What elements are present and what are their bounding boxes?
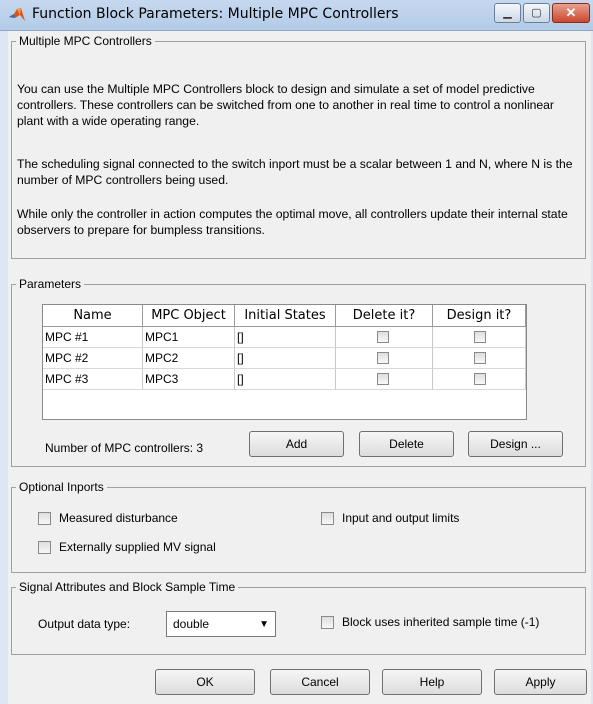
- measured-disturbance-option[interactable]: Measured disturbance: [38, 511, 178, 526]
- table-row: MPC #1 MPC1 []: [43, 327, 526, 348]
- io-limits-checkbox[interactable]: [321, 512, 334, 526]
- cell-delete: [336, 327, 433, 348]
- design-checkbox[interactable]: [474, 352, 486, 364]
- cell-name[interactable]: MPC #2: [43, 348, 143, 369]
- delete-button[interactable]: Delete: [359, 431, 454, 457]
- cell-delete: [336, 348, 433, 369]
- design-checkbox[interactable]: [474, 331, 486, 343]
- cell-mpc-object[interactable]: MPC3: [143, 369, 235, 390]
- cell-mpc-object[interactable]: MPC2: [143, 348, 235, 369]
- window-title: Function Block Parameters: Multiple MPC …: [32, 6, 399, 22]
- external-mv-option[interactable]: Externally supplied MV signal: [38, 540, 216, 555]
- delete-checkbox[interactable]: [377, 373, 389, 385]
- controllers-table[interactable]: Name MPC Object Initial States Delete it…: [42, 304, 527, 420]
- table-header: Name MPC Object Initial States Delete it…: [43, 305, 526, 327]
- measured-disturbance-checkbox[interactable]: [38, 512, 51, 526]
- signal-attributes-group-label: Signal Attributes and Block Sample Time: [19, 580, 236, 594]
- cell-initial-states[interactable]: []: [235, 348, 336, 369]
- cell-initial-states[interactable]: []: [235, 369, 336, 390]
- optional-inports-group-label: Optional Inports: [19, 480, 104, 494]
- cell-initial-states[interactable]: []: [235, 327, 336, 348]
- inherited-sample-time-checkbox[interactable]: [321, 616, 334, 630]
- cell-design: [433, 369, 526, 390]
- apply-button[interactable]: Apply: [494, 669, 587, 695]
- description-paragraph-3: While only the controller in action comp…: [17, 207, 568, 237]
- optional-inports-group: Optional Inports: [11, 480, 586, 573]
- delete-checkbox[interactable]: [377, 331, 389, 343]
- table-row: MPC #2 MPC2 []: [43, 348, 526, 369]
- column-header-delete: Delete it?: [336, 305, 433, 327]
- cell-delete: [336, 369, 433, 390]
- output-type-select[interactable]: double ▼: [166, 611, 276, 637]
- column-header-design: Design it?: [433, 305, 526, 327]
- parameters-group-label: Parameters: [19, 277, 82, 291]
- design-checkbox[interactable]: [474, 373, 486, 385]
- maximize-button[interactable]: ▢: [523, 3, 550, 23]
- description-paragraph-2: The scheduling signal connected to the s…: [17, 157, 573, 187]
- ok-button[interactable]: OK: [155, 669, 255, 695]
- external-mv-checkbox[interactable]: [38, 541, 51, 555]
- chevron-down-icon: ▼: [259, 619, 269, 630]
- description-paragraph-1: You can use the Multiple MPC Controllers…: [17, 82, 554, 128]
- cell-design: [433, 327, 526, 348]
- inherited-sample-time-label: Block uses inherited sample time (-1): [342, 615, 540, 629]
- design-button[interactable]: Design ...: [468, 431, 563, 457]
- controller-count-label: Number of MPC controllers: 3: [45, 441, 204, 455]
- delete-checkbox[interactable]: [377, 352, 389, 364]
- column-header-initial-states: Initial States: [235, 305, 336, 327]
- description-group-label: Multiple MPC Controllers: [19, 34, 152, 48]
- column-header-name: Name: [43, 305, 143, 327]
- column-header-mpc-object: MPC Object: [143, 305, 235, 327]
- matlab-logo-icon: [9, 8, 25, 21]
- io-limits-label: Input and output limits: [342, 511, 460, 525]
- dialog-body: Multiple MPC Controllers You can use the…: [8, 31, 591, 704]
- output-type-label: Output data type:: [38, 617, 131, 631]
- minimize-button[interactable]: ▁: [494, 3, 521, 23]
- add-button[interactable]: Add: [249, 431, 344, 457]
- io-limits-option[interactable]: Input and output limits: [321, 511, 460, 526]
- title-bar: Function Block Parameters: Multiple MPC …: [0, 0, 593, 31]
- measured-disturbance-label: Measured disturbance: [59, 511, 178, 525]
- external-mv-label: Externally supplied MV signal: [59, 540, 216, 554]
- close-button[interactable]: ✕: [552, 3, 590, 23]
- table-row: MPC #3 MPC3 []: [43, 369, 526, 390]
- cell-name[interactable]: MPC #1: [43, 327, 143, 348]
- help-button[interactable]: Help: [382, 669, 482, 695]
- cancel-button[interactable]: Cancel: [270, 669, 370, 695]
- cell-design: [433, 348, 526, 369]
- inherited-sample-time-option[interactable]: Block uses inherited sample time (-1): [321, 615, 540, 630]
- cell-name[interactable]: MPC #3: [43, 369, 143, 390]
- output-type-value: double: [173, 617, 210, 631]
- cell-mpc-object[interactable]: MPC1: [143, 327, 235, 348]
